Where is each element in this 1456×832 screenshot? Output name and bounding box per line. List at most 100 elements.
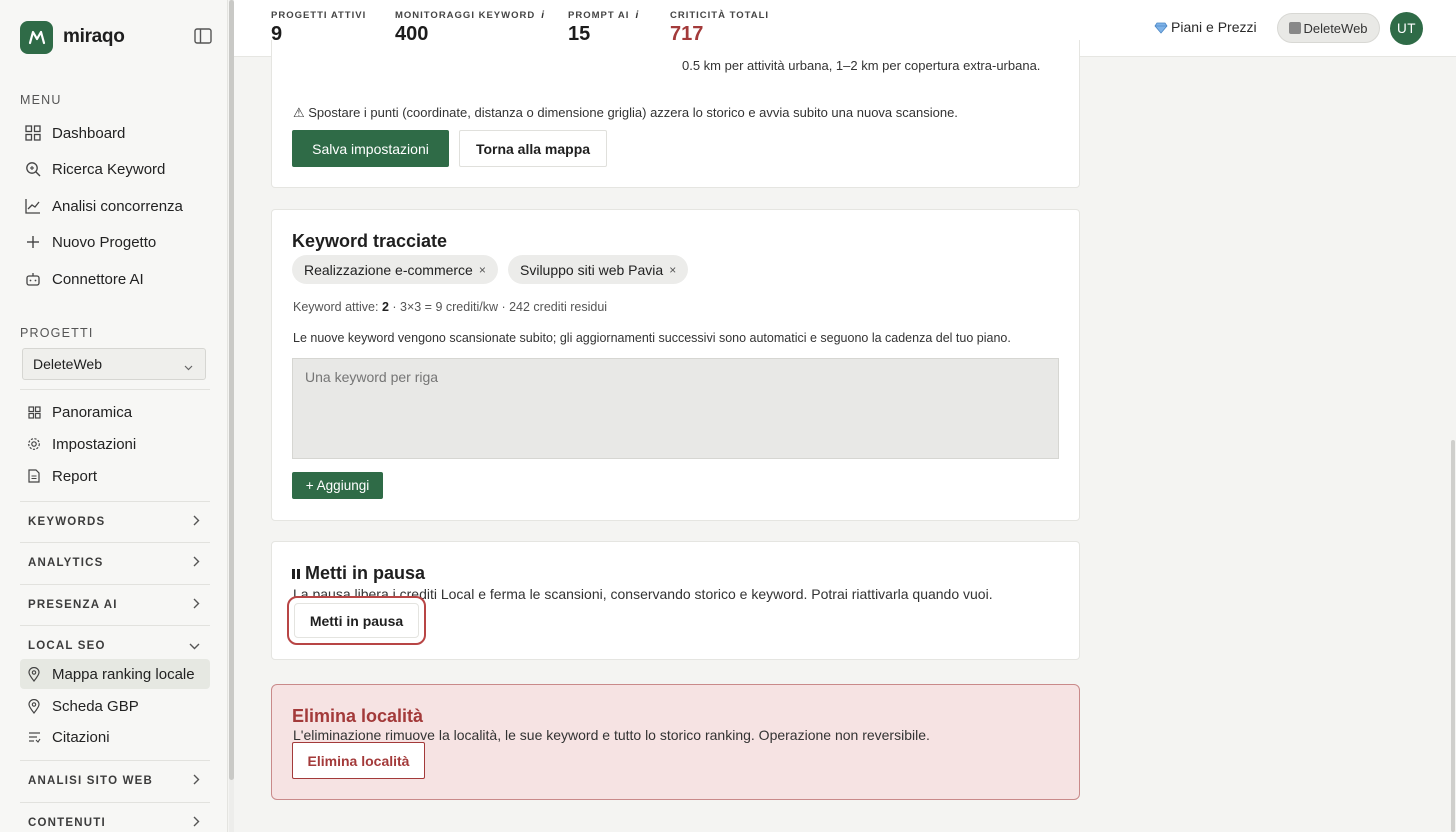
app-name: miraqo: [63, 26, 125, 47]
chip-label: Sviluppo siti web Pavia: [520, 261, 664, 278]
nav-label: Dashboard: [52, 124, 126, 142]
group-analisi-sito-web[interactable]: ANALISI SITO WEB: [20, 760, 210, 800]
nav-label: Citazioni: [52, 728, 110, 746]
delete-description: L'eliminazione rimuove la località, le s…: [293, 727, 930, 743]
scrollbar-thumb[interactable]: [229, 0, 234, 780]
nav-mappa-ranking-locale[interactable]: Mappa ranking locale: [20, 659, 210, 689]
radius-note: 0.5 km per attività urbana, 1–2 km per c…: [682, 58, 1041, 73]
back-to-map-button[interactable]: Torna alla mappa: [459, 130, 607, 167]
nav-label: Mappa ranking locale: [52, 665, 195, 683]
chevron-right-icon: [193, 556, 200, 570]
stat-label-row: PROMPT AI i: [568, 10, 639, 21]
settings-card: 0.5 km per attività urbana, 1–2 km per c…: [271, 40, 1080, 188]
active-prefix: Keyword attive:: [293, 300, 382, 314]
group-label: KEYWORDS: [28, 515, 106, 528]
pause-card: Metti in pausa La pausa libera i crediti…: [271, 541, 1080, 660]
nav-scheda-gbp[interactable]: Scheda GBP: [20, 691, 210, 721]
group-analytics[interactable]: ANALYTICS: [20, 542, 210, 582]
delete-location-button[interactable]: Elimina località: [292, 742, 425, 779]
building-icon: [1289, 22, 1302, 34]
robot-icon: [24, 270, 42, 288]
plans-link[interactable]: Piani e Prezzi: [1154, 19, 1257, 35]
gear-icon: [26, 436, 42, 452]
delete-card: Elimina località L'eliminazione rimuove …: [271, 684, 1080, 800]
projects-section-label: PROGETTI: [20, 326, 94, 340]
stat-label-row: MONITORAGGI KEYWORD i: [395, 10, 545, 21]
nav-nuovo-progetto[interactable]: Nuovo Progetto: [20, 226, 210, 258]
keywords-card: Keyword tracciate Realizzazione e-commer…: [271, 209, 1080, 521]
close-icon[interactable]: ×: [479, 263, 486, 277]
group-contenuti[interactable]: CONTENUTI: [20, 802, 210, 832]
info-icon[interactable]: i: [541, 10, 545, 21]
project-select[interactable]: DeleteWeb: [22, 348, 206, 380]
sidebar-toggle-icon[interactable]: [194, 28, 212, 44]
group-label: ANALYTICS: [28, 556, 104, 569]
scan-info: Le nuove keyword vengono scansionate sub…: [293, 331, 1011, 345]
chip-label: Realizzazione e-commerce: [304, 261, 473, 278]
nav-ricerca-keyword[interactable]: Ricerca Keyword: [20, 153, 210, 185]
pause-title: Metti in pausa: [305, 563, 426, 583]
chevron-down-icon: [189, 641, 200, 653]
close-icon[interactable]: ×: [669, 263, 676, 277]
logo[interactable]: miraqo: [20, 20, 212, 54]
pause-button[interactable]: Metti in pausa: [294, 603, 419, 638]
nav-label: Ricerca Keyword: [52, 160, 166, 178]
add-keyword-button[interactable]: + Aggiungi: [292, 472, 383, 499]
chart-line-icon: [24, 197, 42, 215]
grid-icon: [24, 124, 42, 142]
main-scrollbar-thumb[interactable]: [1451, 440, 1455, 832]
keyword-chip: Realizzazione e-commerce ×: [292, 255, 498, 284]
pause-icon: [292, 568, 300, 579]
menu-section-label: MENU: [20, 93, 62, 107]
active-suffix: · 3×3 = 9 crediti/kw · 242 crediti resid…: [388, 300, 608, 314]
plans-label: Piani e Prezzi: [1171, 19, 1257, 35]
logo-icon: [20, 20, 53, 54]
pause-title-row: Metti in pausa: [292, 563, 425, 584]
nav-citazioni[interactable]: Citazioni: [20, 722, 210, 752]
pin-icon: [26, 698, 42, 714]
sidebar-scrollbar[interactable]: [229, 0, 234, 832]
info-icon[interactable]: i: [635, 10, 639, 21]
nav-panoramica[interactable]: Panoramica: [20, 397, 210, 427]
group-label: PRESENZA AI: [28, 598, 118, 611]
nav-label: Panoramica: [52, 403, 133, 421]
nav-report[interactable]: Report: [20, 461, 210, 491]
chevron-right-icon: [193, 598, 200, 612]
search-icon: [24, 160, 42, 178]
stat-label: PROMPT AI: [568, 10, 630, 21]
nav-dashboard[interactable]: Dashboard: [20, 117, 210, 149]
document-icon: [26, 468, 42, 484]
keywords-textarea[interactable]: [292, 358, 1059, 459]
nav-label: Report: [52, 467, 98, 485]
group-label: ANALISI SITO WEB: [28, 774, 154, 787]
divider: [20, 389, 210, 390]
keyword-chip: Sviluppo siti web Pavia ×: [508, 255, 689, 284]
project-select-value: DeleteWeb: [33, 356, 103, 372]
nav-connettore-ai[interactable]: Connettore AI: [20, 263, 210, 295]
focus-ring: Metti in pausa: [287, 596, 426, 645]
chevron-right-icon: [193, 515, 200, 529]
plus-icon: [24, 233, 42, 251]
group-presenza-ai[interactable]: PRESENZA AI: [20, 584, 210, 624]
nav-label: Impostazioni: [52, 435, 137, 453]
nav-analisi-concorrenza[interactable]: Analisi concorrenza: [20, 190, 210, 222]
list-icon: [26, 729, 42, 745]
stat-label: PROGETTI ATTIVI: [271, 10, 367, 21]
workspace-button[interactable]: DeleteWeb: [1277, 13, 1380, 43]
active-keywords-info: Keyword attive: 2 · 3×3 = 9 crediti/kw ·…: [293, 300, 607, 314]
save-settings-button[interactable]: Salva impostazioni: [292, 130, 449, 167]
stat-label: CRITICITÀ TOTALI: [670, 10, 770, 21]
gem-icon: [1154, 21, 1168, 34]
stat-label: MONITORAGGI KEYWORD: [395, 10, 536, 21]
group-keywords[interactable]: KEYWORDS: [20, 501, 210, 541]
nav-label: Scheda GBP: [52, 697, 139, 715]
grid-icon: [26, 404, 42, 420]
keywords-title: Keyword tracciate: [292, 231, 448, 251]
nav-impostazioni[interactable]: Impostazioni: [20, 429, 210, 459]
pin-icon: [26, 666, 42, 682]
nav-label: Nuovo Progetto: [52, 233, 157, 251]
sidebar: miraqo MENU Dashboard Ricerca Keyword An…: [0, 0, 228, 832]
chevron-right-icon: [193, 816, 200, 830]
nav-label: Connettore AI: [52, 270, 144, 288]
avatar[interactable]: UT: [1390, 12, 1423, 45]
